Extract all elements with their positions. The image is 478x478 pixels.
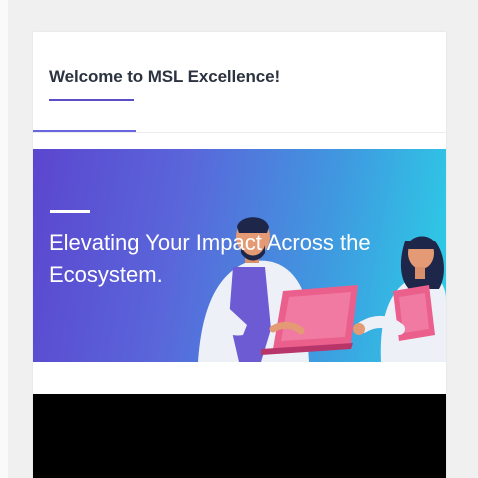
video-player[interactable] [33, 394, 446, 478]
tab-bar [33, 130, 446, 133]
welcome-card: Welcome to MSL Excellence! Elevating You… [33, 32, 446, 478]
banner-accent-line [50, 210, 90, 213]
banner-headline: Elevating Your Impact Across the Ecosyst… [49, 230, 371, 287]
title-underline [49, 99, 134, 101]
left-edge-strip [0, 0, 8, 478]
card-title: Welcome to MSL Excellence! [49, 67, 281, 86]
active-tab-indicator[interactable] [33, 130, 136, 132]
hero-banner: Elevating Your Impact Across the Ecosyst… [33, 149, 446, 362]
